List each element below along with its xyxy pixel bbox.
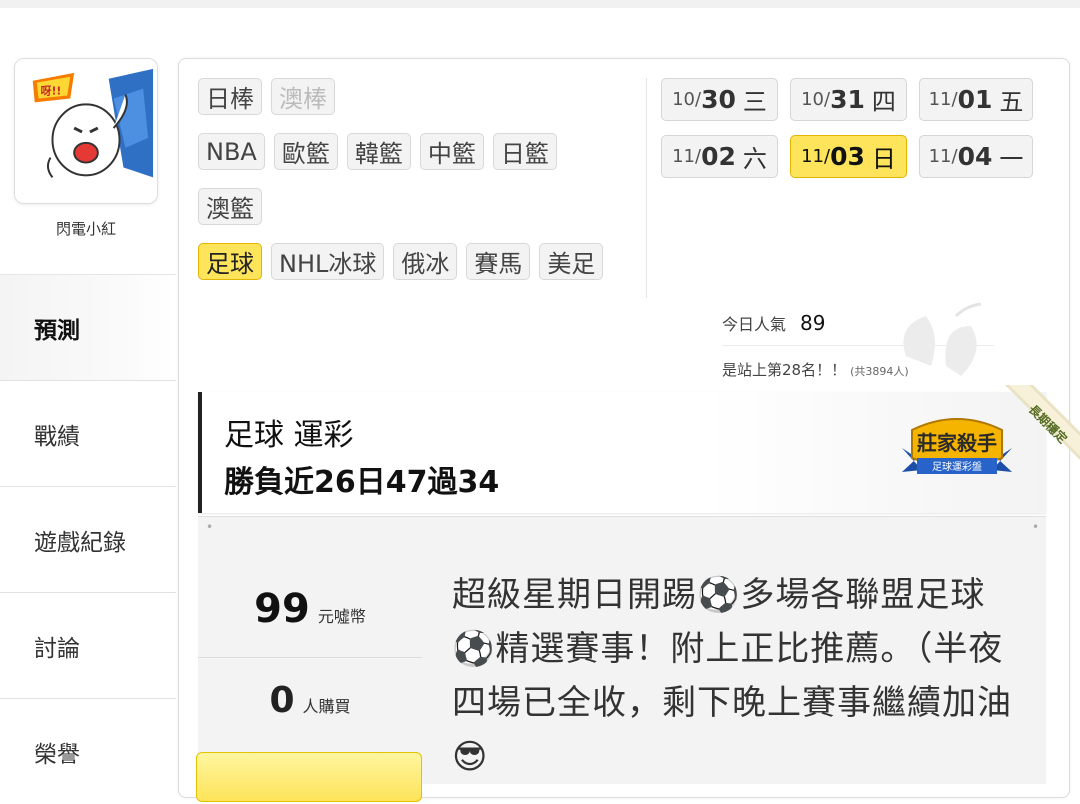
popularity-today: 今日人氣 89 <box>722 311 825 335</box>
date-selector: 10/30 三 10/31 四 11/01 五 11/02 六 11/03 日 11/04… <box>661 78 1041 178</box>
date-month: 10/ <box>801 89 831 110</box>
popularity-label: 今日人氣 <box>722 315 787 334</box>
avatar[interactable]: 呀!! <box>14 58 158 204</box>
divider <box>646 78 647 298</box>
category-title: 足球 運彩 <box>224 418 354 453</box>
nav-item-discussion[interactable]: 討論 <box>0 592 176 698</box>
date-day: 31 <box>830 85 865 114</box>
nav-label: 榮譽 <box>34 741 80 768</box>
tag-chn-basketball[interactable]: 中籃 <box>419 133 484 170</box>
date-button[interactable]: 10/31 四 <box>790 78 907 121</box>
tag-khl[interactable]: 俄冰 <box>393 243 458 280</box>
buyer-count-value: 0 <box>269 679 295 721</box>
tag-aus-baseball: 澳棒 <box>271 78 335 115</box>
rank-text: 是站上第28名！！ <box>722 361 847 379</box>
tag-euro-basketball[interactable]: 歐籃 <box>273 133 338 170</box>
tag-horse-racing[interactable]: 賽馬 <box>466 243 531 280</box>
price-unit: 元噓幣 <box>317 606 366 626</box>
nav-item-honors[interactable]: 榮譽 <box>0 698 176 804</box>
popularity-value: 89 <box>800 311 826 335</box>
site-rank: 是站上第28名！！ (共3894人) <box>722 359 909 380</box>
prediction-description: 超級星期日開踢⚽多場各聯盟足球⚽精選賽事！附上正比推薦。（半夜四場已全收，剩下晚… <box>452 575 1012 777</box>
nav-label: 戰績 <box>34 423 80 450</box>
tag-nhl[interactable]: NHL冰球 <box>271 243 385 280</box>
pin-icon: • <box>1032 520 1040 534</box>
date-day: 03 <box>830 142 865 171</box>
date-button[interactable]: 11/04 一 <box>919 135 1033 178</box>
top-decoration <box>0 0 1080 8</box>
tag-nba[interactable]: NBA <box>198 133 265 170</box>
date-month: 10/ <box>672 89 702 110</box>
tag-american-football[interactable]: 美足 <box>539 243 604 280</box>
avatar-sticker-image: 呀!! <box>15 59 157 203</box>
divider <box>722 345 994 346</box>
svg-text:呀!!: 呀!! <box>41 85 62 98</box>
date-weekday: 一 <box>999 145 1024 173</box>
nav-label: 遊戲紀錄 <box>34 529 126 556</box>
date-day: 02 <box>701 142 736 171</box>
sport-category-tags: 日棒 澳棒 NBA 歐籃 韓籃 中籃 日籃 澳籃 足球 NHL冰球 俄冰 賽馬 … <box>198 78 648 298</box>
date-weekday: 日 <box>871 145 896 173</box>
date-weekday: 六 <box>742 145 767 173</box>
tag-jpn-basketball[interactable]: 日籃 <box>492 133 557 170</box>
rank-total: (共3894人) <box>850 365 909 378</box>
date-weekday: 五 <box>999 88 1024 116</box>
nav-item-game-history[interactable]: 遊戲紀錄 <box>0 486 176 592</box>
tag-aus-basketball[interactable]: 澳籃 <box>198 188 262 225</box>
date-button[interactable]: 10/30 三 <box>661 78 778 121</box>
date-button[interactable]: 11/01 五 <box>919 78 1033 121</box>
date-button-selected[interactable]: 11/03 日 <box>790 135 907 178</box>
nav-label: 討論 <box>34 635 80 662</box>
nav-label: 預測 <box>34 317 80 344</box>
nav-item-record[interactable]: 戰績 <box>0 380 176 486</box>
tag-kor-basketball[interactable]: 韓籃 <box>346 133 411 170</box>
date-month: 11/ <box>672 146 702 167</box>
buyer-count-unit: 人購買 <box>302 697 351 716</box>
date-button[interactable]: 11/02 六 <box>661 135 778 178</box>
date-day: 01 <box>957 85 993 114</box>
tag-soccer[interactable]: 足球 <box>198 243 262 280</box>
buy-button[interactable] <box>196 752 422 802</box>
price-value: 99 <box>254 585 310 632</box>
date-weekday: 四 <box>871 88 896 116</box>
username: 閃電小紅 <box>55 220 116 238</box>
date-month: 11/ <box>801 146 831 167</box>
date-weekday: 三 <box>742 88 767 116</box>
pin-icon: • <box>206 520 214 534</box>
date-month: 11/ <box>928 89 958 110</box>
side-nav: 預測 戰績 遊戲紀錄 討論 榮譽 <box>0 274 176 804</box>
price: 99 元噓幣 <box>198 560 422 658</box>
buyer-count: 0 人購買 <box>198 660 422 740</box>
tag-jpn-baseball[interactable]: 日棒 <box>198 78 262 115</box>
long-term-stable-ribbon: 長期穩定 <box>1005 385 1080 460</box>
win-loss-record: 勝負近26日47過34 <box>224 465 500 500</box>
date-day: 04 <box>957 142 993 171</box>
date-month: 11/ <box>928 146 958 167</box>
date-day: 30 <box>701 85 736 114</box>
nav-item-predictions[interactable]: 預測 <box>0 274 176 380</box>
